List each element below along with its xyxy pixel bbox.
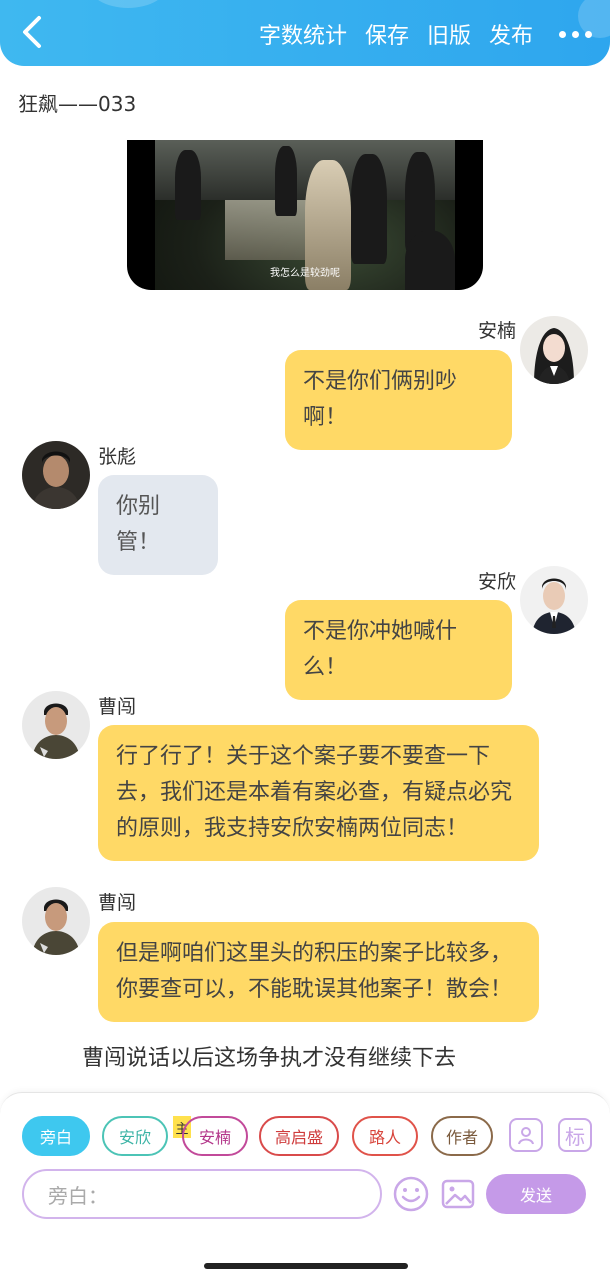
video-subtitle: 我怎么是较劲呢 [270, 268, 340, 279]
input-placeholder: 旁白： [48, 1183, 108, 1208]
sender-name: 曹闯 [98, 696, 137, 718]
video-thumbnail[interactable]: 我怎么是较劲呢 [127, 140, 483, 290]
page-title: 狂飙——033 [18, 92, 137, 116]
role-chip-gaoqisheng[interactable]: 高启盛 [259, 1116, 339, 1156]
sender-name: 曹闯 [98, 892, 137, 914]
role-manage-icon[interactable] [509, 1118, 543, 1152]
message-bubble: 但是啊咱们这里头的积压的案子比较多， 你要查可以，不能耽误其他案子！散会！ [98, 922, 539, 1022]
save-button[interactable]: 保存 [365, 18, 409, 50]
header-decoration [88, 0, 168, 8]
home-indicator [204, 1263, 408, 1269]
back-button[interactable] [14, 14, 50, 50]
message-line: 你要查可以，不能耽误其他案子！散会！ [116, 977, 513, 1002]
avatar[interactable] [22, 691, 90, 759]
sender-name: 张彪 [98, 446, 137, 468]
message-line: 的原则，我支持安欣安楠两位同志！ [116, 816, 469, 841]
avatar[interactable] [520, 316, 588, 384]
tag-button[interactable]: 标 [558, 1118, 592, 1152]
narration-text: 曹闯说话以后这场争执才没有继续下去 [82, 1046, 457, 1071]
emoji-icon[interactable] [393, 1176, 429, 1212]
message-bubble: 不是你们俩别吵啊！ [285, 350, 512, 450]
more-dots-icon[interactable] [559, 30, 592, 38]
sender-name: 安楠 [478, 320, 517, 342]
role-chip-passerby[interactable]: 路人 [352, 1116, 418, 1156]
role-chip-annan[interactable]: 安楠 [182, 1116, 248, 1156]
avatar[interactable] [22, 887, 90, 955]
message-bubble: 行了行了！关于这个案子要不要查一下 去，我们还是本着有案必查，有疑点必究 的原则… [98, 725, 539, 861]
message-bubble: 你别管！ [98, 475, 218, 575]
send-button[interactable]: 发送 [486, 1174, 586, 1214]
top-bar: 字数统计 保存 旧版 发布 [0, 0, 610, 66]
chevron-left-icon [23, 16, 41, 48]
word-count-button[interactable]: 字数统计 [259, 18, 347, 50]
message-line: 行了行了！关于这个案子要不要查一下 [116, 744, 491, 769]
avatar[interactable] [22, 441, 90, 509]
message-line: 但是啊咱们这里头的积压的案子比较多， [116, 941, 513, 966]
old-version-button[interactable]: 旧版 [427, 18, 471, 50]
role-chip-narrator[interactable]: 旁白 [22, 1116, 90, 1156]
avatar[interactable] [520, 566, 588, 634]
message-input[interactable]: 旁白： [22, 1169, 382, 1219]
sender-name: 安欣 [478, 571, 517, 593]
message-line: 去，我们还是本着有案必查，有疑点必究 [116, 780, 513, 805]
image-icon[interactable] [440, 1176, 476, 1212]
role-chip-author[interactable]: 作者 [431, 1116, 493, 1156]
role-chip-anxin[interactable]: 安欣 [102, 1116, 168, 1156]
header-actions: 字数统计 保存 旧版 发布 [259, 14, 592, 54]
message-bubble: 不是你冲她喊什么！ [285, 600, 512, 700]
publish-button[interactable]: 发布 [489, 18, 533, 50]
